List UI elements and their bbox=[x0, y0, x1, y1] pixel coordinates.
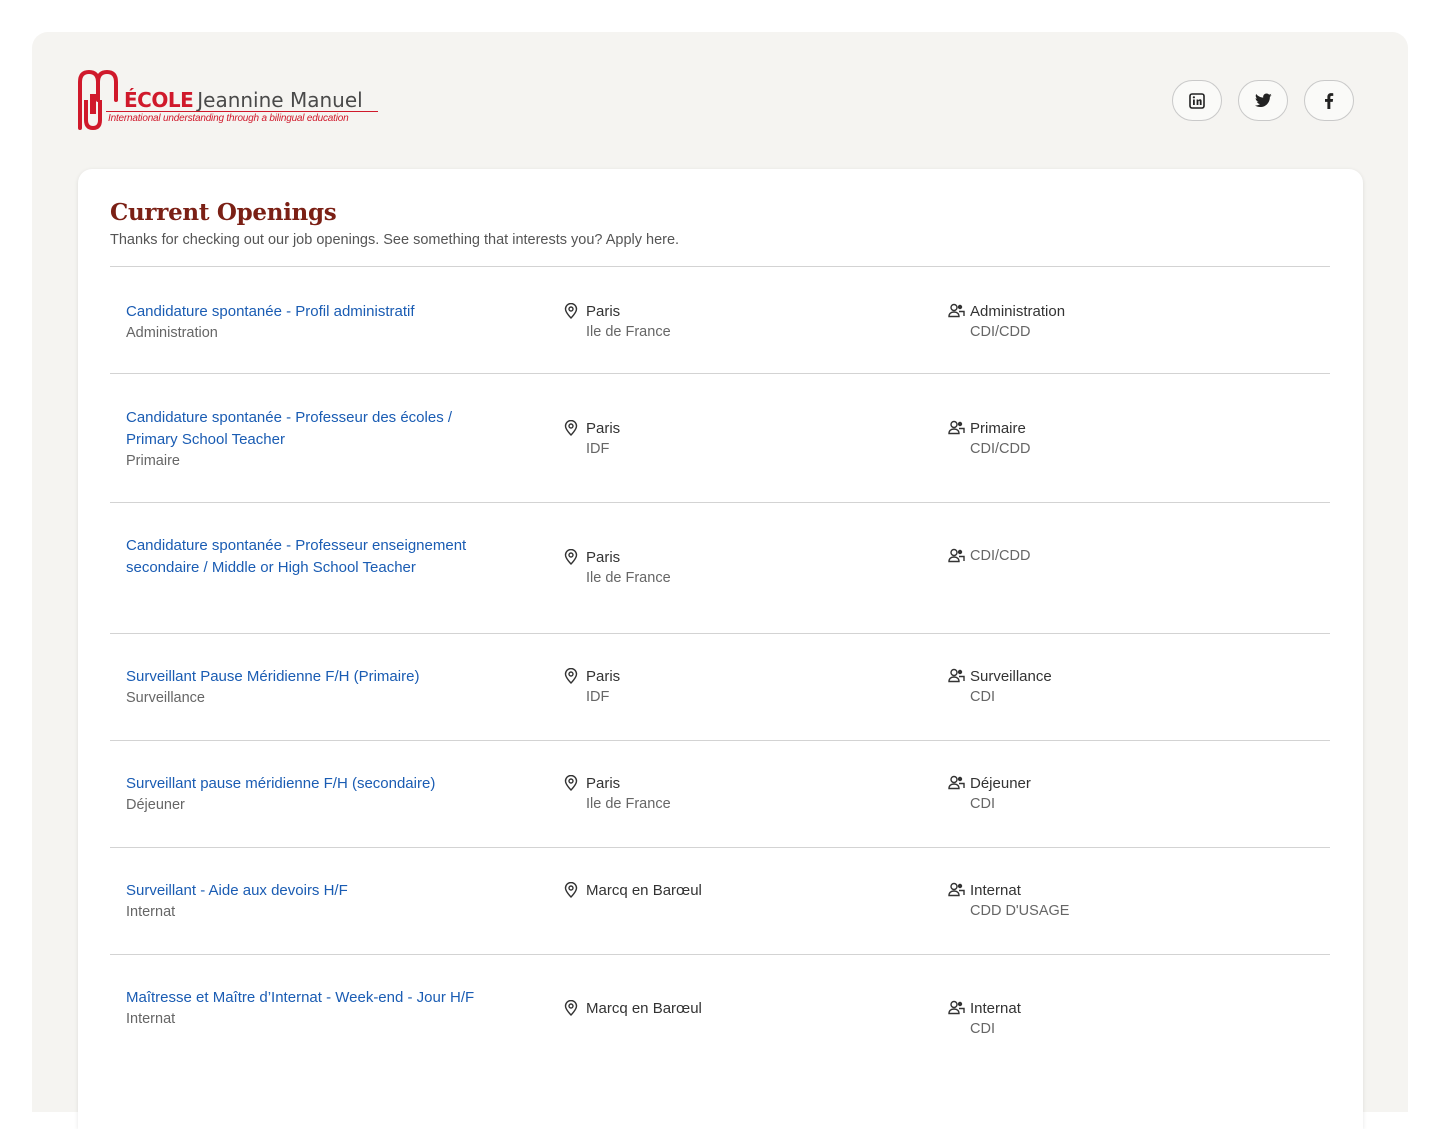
job-region: IDF bbox=[586, 689, 610, 705]
job-title-block: Candidature spontanée - Professeur des é… bbox=[126, 407, 506, 472]
location-pin-icon bbox=[564, 666, 586, 708]
job-region: Ile de France bbox=[586, 324, 671, 340]
job-department: Surveillance bbox=[126, 690, 205, 706]
job-location: Paris Ile de France bbox=[564, 773, 894, 815]
job-title-block: Surveillant - Aide aux devoirs H/F Inter… bbox=[126, 880, 506, 923]
header: ÉCOLE Jeannine Manuel International under… bbox=[32, 32, 1408, 169]
people-icon bbox=[948, 998, 970, 1040]
linkedin-icon bbox=[1189, 92, 1205, 109]
job-contract: CDI/CDD bbox=[970, 548, 1031, 564]
job-contract: CDD D'USAGE bbox=[970, 903, 1070, 919]
location-pin-icon bbox=[564, 301, 586, 343]
job-city: Paris bbox=[586, 303, 621, 320]
job-title-block: Maîtresse et Maître d’Internat - Week-en… bbox=[126, 987, 506, 1030]
job-region: Ile de France bbox=[586, 796, 671, 812]
facebook-icon bbox=[1325, 92, 1334, 109]
people-icon bbox=[948, 546, 970, 568]
job-team: Primaire CDI/CDD bbox=[948, 418, 1308, 460]
job-region: Ile de France bbox=[586, 570, 671, 586]
page-frame: ÉCOLE Jeannine Manuel International under… bbox=[32, 32, 1408, 1129]
page-subtitle: Thanks for checking out our job openings… bbox=[110, 232, 680, 248]
openings-card: Current Openings Thanks for checking out… bbox=[78, 169, 1363, 1129]
job-title-link[interactable]: Candidature spontanée - Professeur ensei… bbox=[126, 535, 506, 579]
job-title-block: Surveillant pause méridienne F/H (second… bbox=[126, 773, 506, 816]
job-row[interactable]: Surveillant pause méridienne F/H (second… bbox=[110, 741, 1330, 848]
job-team-name: Internat bbox=[970, 882, 1021, 899]
job-location: Marcq en Barœul bbox=[564, 880, 894, 903]
linkedin-button[interactable] bbox=[1172, 80, 1222, 121]
logo-tagline: International understanding through a bi… bbox=[108, 113, 349, 124]
job-team-name: Surveillance bbox=[970, 668, 1052, 685]
job-department: Administration bbox=[126, 325, 218, 341]
job-title-link[interactable]: Maîtresse et Maître d’Internat - Week-en… bbox=[126, 987, 506, 1009]
people-icon bbox=[948, 301, 970, 343]
job-team-name: Déjeuner bbox=[970, 775, 1031, 792]
job-city: Paris bbox=[586, 549, 621, 566]
job-title-link[interactable]: Candidature spontanée - Profil administr… bbox=[126, 301, 506, 323]
logo-underline bbox=[106, 111, 378, 112]
job-contract: CDI/CDD bbox=[970, 324, 1031, 340]
job-row[interactable]: Candidature spontanée - Professeur des é… bbox=[110, 374, 1330, 503]
job-contract: CDI bbox=[970, 689, 995, 705]
people-icon bbox=[948, 418, 970, 460]
job-location: Paris IDF bbox=[564, 418, 894, 460]
job-title-link[interactable]: Surveillant - Aide aux devoirs H/F bbox=[126, 880, 506, 902]
job-list: Candidature spontanée - Profil administr… bbox=[110, 267, 1330, 1084]
job-location: Paris Ile de France bbox=[564, 547, 894, 589]
job-title-link[interactable]: Surveillant Pause Méridienne F/H (Primai… bbox=[126, 666, 506, 688]
people-icon bbox=[948, 773, 970, 815]
location-pin-icon bbox=[564, 880, 586, 903]
twitter-button[interactable] bbox=[1238, 80, 1288, 121]
job-location: Paris IDF bbox=[564, 666, 894, 708]
job-title-link[interactable]: Surveillant pause méridienne F/H (second… bbox=[126, 773, 506, 795]
job-team: Surveillance CDI bbox=[948, 666, 1308, 708]
job-team: Déjeuner CDI bbox=[948, 773, 1308, 815]
job-team: Administration CDI/CDD bbox=[948, 301, 1308, 343]
people-icon bbox=[948, 880, 970, 922]
page-title: Current Openings bbox=[110, 199, 337, 226]
job-row[interactable]: Candidature spontanée - Professeur ensei… bbox=[110, 503, 1330, 634]
job-team: Internat CDI bbox=[948, 998, 1308, 1040]
location-pin-icon bbox=[564, 773, 586, 815]
job-city: Marcq en Barœul bbox=[586, 1000, 702, 1017]
job-city: Paris bbox=[586, 775, 621, 792]
location-pin-icon bbox=[564, 998, 586, 1021]
job-team-name: Administration bbox=[970, 303, 1066, 320]
job-department: Internat bbox=[126, 1011, 176, 1027]
logo[interactable]: ÉCOLE Jeannine Manuel International under… bbox=[76, 70, 386, 132]
location-pin-icon bbox=[564, 547, 586, 589]
location-pin-icon bbox=[564, 418, 586, 460]
job-contract: CDI bbox=[970, 796, 995, 812]
job-team-name: Internat bbox=[970, 1000, 1021, 1017]
job-row[interactable]: Candidature spontanée - Profil administr… bbox=[110, 267, 1330, 374]
job-title-block: Candidature spontanée - Professeur ensei… bbox=[126, 535, 506, 579]
job-department: Internat bbox=[126, 904, 176, 920]
job-team: CDI/CDD bbox=[948, 546, 1308, 568]
twitter-icon bbox=[1254, 93, 1272, 108]
job-region: IDF bbox=[586, 441, 610, 457]
job-row[interactable]: Surveillant Pause Méridienne F/H (Primai… bbox=[110, 634, 1330, 741]
job-team-name: Primaire bbox=[970, 420, 1026, 437]
people-icon bbox=[948, 666, 970, 708]
job-title-block: Candidature spontanée - Profil administr… bbox=[126, 301, 506, 344]
job-city: Paris bbox=[586, 668, 621, 685]
job-location: Marcq en Barœul bbox=[564, 998, 894, 1021]
job-title-block: Surveillant Pause Méridienne F/H (Primai… bbox=[126, 666, 506, 709]
job-city: Paris bbox=[586, 420, 621, 437]
job-department: Déjeuner bbox=[126, 797, 185, 813]
job-contract: CDI bbox=[970, 1021, 995, 1037]
job-row[interactable]: Surveillant - Aide aux devoirs H/F Inter… bbox=[110, 848, 1330, 955]
job-department: Primaire bbox=[126, 453, 180, 469]
job-location: Paris Ile de France bbox=[564, 301, 894, 343]
job-contract: CDI/CDD bbox=[970, 441, 1031, 457]
logo-wordmark: ÉCOLE Jeannine Manuel bbox=[124, 88, 363, 112]
logo-ecole-text: ÉCOLE bbox=[124, 88, 194, 112]
job-city: Marcq en Barœul bbox=[586, 882, 702, 899]
facebook-button[interactable] bbox=[1304, 80, 1354, 121]
job-team: Internat CDD D'USAGE bbox=[948, 880, 1308, 922]
logo-name-text: Jeannine Manuel bbox=[197, 88, 363, 112]
job-row[interactable]: Maîtresse et Maître d’Internat - Week-en… bbox=[110, 955, 1330, 1084]
job-title-link[interactable]: Candidature spontanée - Professeur des é… bbox=[126, 407, 506, 451]
